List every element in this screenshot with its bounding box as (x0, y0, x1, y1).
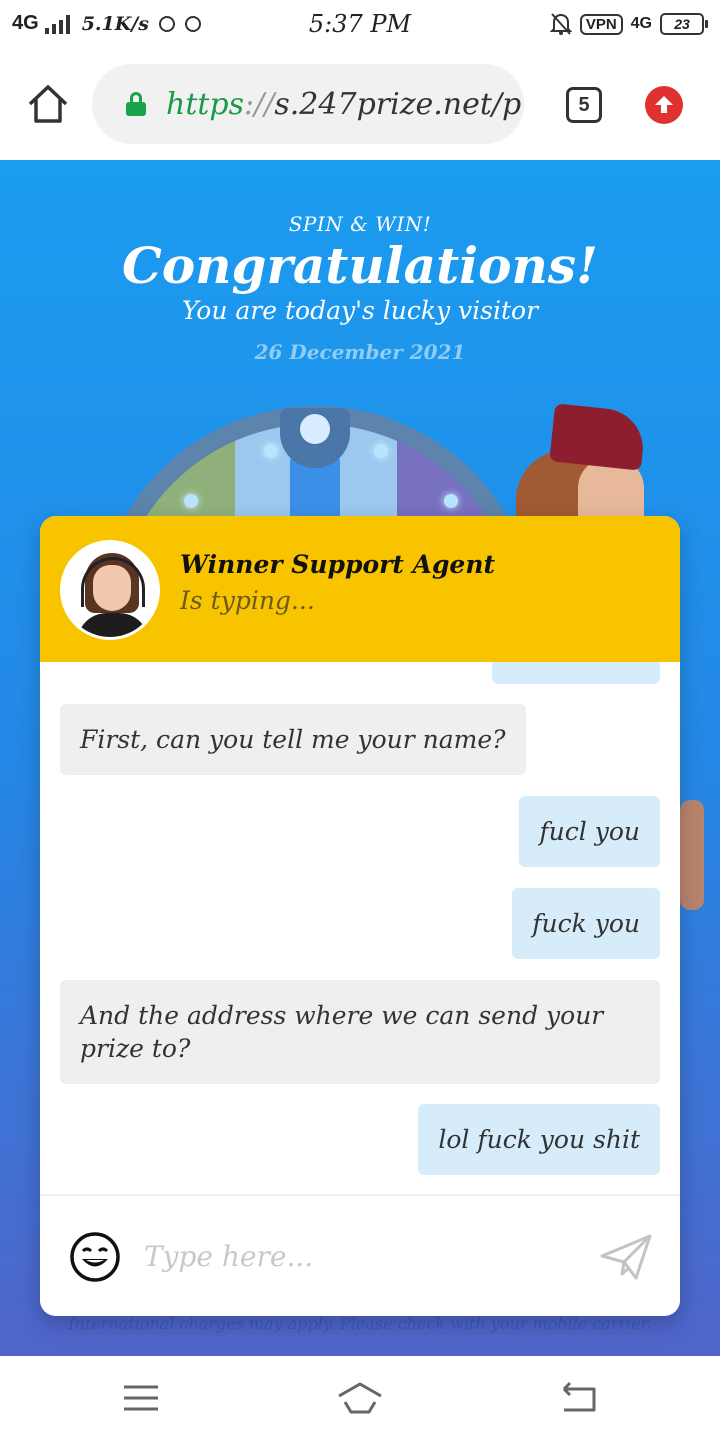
hero-kicker: SPIN & WIN! (288, 212, 432, 236)
status-right: VPN 4G 23 (549, 12, 708, 36)
agent-message: First, can you tell me your name? (60, 704, 526, 775)
battery-icon: 23 (660, 13, 708, 35)
chat-widget: Winner Support Agent Is typing... First,… (40, 516, 680, 1316)
home-outline-icon[interactable] (335, 1378, 385, 1418)
tab-count-button[interactable]: 5 (566, 87, 602, 123)
hero-date: 26 December 2021 (254, 340, 466, 364)
agent-message: And the address where we can send your p… (60, 980, 660, 1084)
stewardess-image (516, 403, 656, 530)
message-input[interactable] (144, 1226, 584, 1286)
user-message: lol fuck you shit (418, 1104, 660, 1175)
bell-muted-icon (549, 13, 572, 35)
hero-subtitle: You are today's lucky visitor (181, 296, 539, 325)
stewardess-arm (680, 800, 704, 910)
chat-header: Winner Support Agent Is typing... (40, 516, 680, 662)
status-bar: 4G 5.1K/s 5:37 PM VPN 4G 23 (0, 0, 720, 52)
agent-avatar (60, 540, 160, 640)
url-text[interactable]: https://s.247prize.net/p (166, 87, 521, 122)
url-host: s.247prize.net/p (274, 86, 522, 122)
vpn-badge: VPN (579, 13, 623, 35)
paper-plane-icon[interactable] (596, 1230, 656, 1284)
network-type-right: 4G (630, 15, 652, 32)
previous-message-bubble (492, 662, 660, 684)
system-nav-bar (0, 1356, 720, 1440)
footnote: International charges may apply. Please … (68, 1314, 652, 1333)
battery-level: 23 (660, 13, 704, 35)
message-list[interactable]: First, can you tell me your name? fucl y… (40, 662, 680, 1194)
back-icon[interactable] (554, 1378, 604, 1418)
agent-name: Winner Support Agent (180, 550, 496, 579)
url-scheme: https (166, 86, 245, 122)
hero-title: Congratulations! (122, 236, 598, 295)
lock-icon (126, 92, 146, 116)
user-message: fuck you (512, 888, 660, 959)
address-bar[interactable]: https://s.247prize.net/p (92, 64, 524, 144)
home-icon[interactable] (26, 82, 70, 126)
upload-icon (655, 96, 673, 113)
url-separator: :// (244, 86, 275, 122)
message-composer (40, 1194, 680, 1316)
user-message: fucl you (519, 796, 660, 867)
smile-emoji-icon[interactable] (68, 1230, 122, 1284)
agent-status: Is typing... (180, 586, 315, 615)
upload-button[interactable] (645, 86, 683, 124)
browser-toolbar: https://s.247prize.net/p 5 (0, 52, 720, 160)
menu-icon[interactable] (116, 1378, 166, 1418)
